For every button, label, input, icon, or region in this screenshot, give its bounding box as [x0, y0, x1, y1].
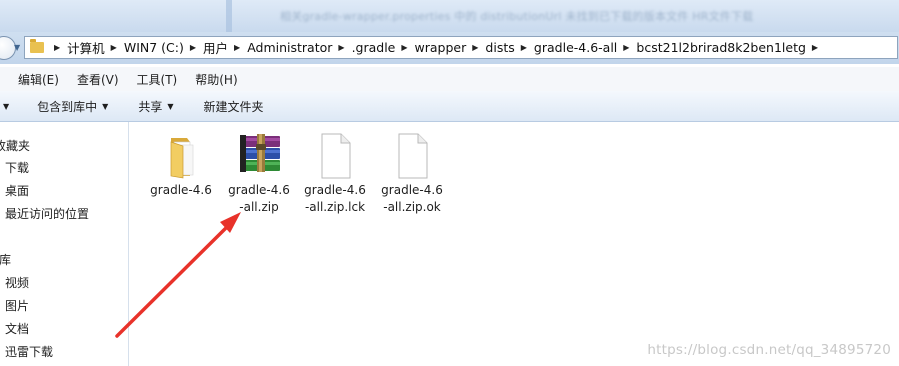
breadcrumb-item-users[interactable]: 用户	[203, 38, 228, 57]
folder-icon	[157, 132, 205, 180]
address-bar[interactable]: ▶ 计算机 ▶ WIN7 (C:) ▶ 用户 ▶ Administrator ▶…	[24, 36, 898, 59]
window-titlebar: 相关gradle-wrapper.properties 中的 distribut…	[0, 0, 899, 32]
breadcrumb-item-computer[interactable]: 计算机	[67, 38, 105, 57]
chevron-down-icon: ▼	[3, 101, 10, 111]
breadcrumb-item-drive[interactable]: WIN7 (C:)	[124, 40, 184, 55]
chevron-right-icon[interactable]: ▶	[401, 43, 407, 52]
file-name-line2: -all.zip.lck	[304, 200, 366, 214]
watermark: https://blog.csdn.net/qq_34895720	[647, 342, 891, 358]
menu-edit[interactable]: 编辑(E)	[18, 71, 59, 88]
chevron-down-icon: ▼	[167, 101, 174, 111]
file-name-line1: gradle-4.6	[381, 183, 443, 197]
address-row: ▼ ▶ 计算机 ▶ WIN7 (C:) ▶ 用户 ▶ Administrator…	[0, 32, 899, 64]
menu-help[interactable]: 帮助(H)	[195, 71, 237, 88]
nav-item-desktop[interactable]: 桌面	[5, 182, 29, 199]
menu-tools[interactable]: 工具(T)	[137, 71, 178, 88]
chevron-right-icon[interactable]: ▶	[54, 43, 60, 52]
winrar-archive-icon	[235, 132, 283, 180]
breadcrumb-item-gradle[interactable]: .gradle	[352, 40, 396, 55]
chevron-right-icon[interactable]: ▶	[623, 43, 629, 52]
nav-item-videos[interactable]: 视频	[5, 274, 29, 291]
titlebar-blurred-text: 相关gradle-wrapper.properties 中的 distribut…	[280, 10, 754, 23]
chevron-right-icon[interactable]: ▶	[812, 43, 818, 52]
titlebar-divider	[226, 0, 232, 32]
file-name-line1: gradle-4.6	[304, 183, 366, 197]
command-bar: ▼ 包含到库中 ▼ 共享 ▼ 新建文件夹	[0, 91, 899, 122]
file-list: gradle-4.6 gradle-4.6 -all.zip gradle-4.…	[129, 122, 899, 366]
share-button[interactable]: 共享 ▼	[138, 98, 173, 115]
file-item-zip[interactable]: gradle-4.6 -all.zip	[223, 132, 295, 216]
nav-item-recent-places[interactable]: 最近访问的位置	[5, 205, 89, 222]
new-folder-label: 新建文件夹	[203, 99, 264, 114]
organize-button[interactable]: ▼	[0, 102, 9, 111]
breadcrumb-item-wrapper[interactable]: wrapper	[415, 40, 467, 55]
chevron-right-icon[interactable]: ▶	[190, 43, 196, 52]
file-item-folder[interactable]: gradle-4.6	[145, 132, 217, 199]
include-in-library-button[interactable]: 包含到库中 ▼	[37, 98, 108, 115]
chevron-down-icon: ▼	[102, 101, 109, 111]
recent-pages-dropdown-icon[interactable]: ▼	[14, 43, 20, 52]
menu-bar: 编辑(E) 查看(V) 工具(T) 帮助(H)	[0, 67, 899, 91]
folder-icon	[30, 39, 44, 53]
chevron-right-icon[interactable]: ▶	[472, 43, 478, 52]
chevron-right-icon[interactable]: ▶	[111, 43, 117, 52]
nav-item-pictures[interactable]: 图片	[5, 297, 29, 314]
file-item-lck[interactable]: gradle-4.6 -all.zip.lck	[299, 132, 371, 216]
include-in-library-label: 包含到库中	[37, 99, 98, 114]
nav-favorites-header[interactable]: 收藏夹	[0, 137, 30, 154]
breadcrumb-item-dists[interactable]: dists	[485, 40, 514, 55]
nav-item-downloads[interactable]: 下载	[5, 159, 29, 176]
chevron-right-icon[interactable]: ▶	[338, 43, 344, 52]
navigation-pane: 收藏夹 下载 桌面 最近访问的位置 库 视频 图片 文档 迅雷下载	[0, 122, 129, 366]
file-item-ok[interactable]: gradle-4.6 -all.zip.ok	[376, 132, 448, 216]
blank-file-icon	[388, 132, 436, 180]
nav-libraries-header[interactable]: 库	[0, 251, 11, 268]
breadcrumb-item-gradle-version[interactable]: gradle-4.6-all	[534, 40, 617, 55]
chevron-right-icon[interactable]: ▶	[234, 43, 240, 52]
blank-file-icon	[311, 132, 359, 180]
chevron-right-icon[interactable]: ▶	[521, 43, 527, 52]
file-name-line2: -all.zip.ok	[383, 200, 441, 214]
new-folder-button[interactable]: 新建文件夹	[204, 98, 264, 115]
breadcrumb-item-hash-folder[interactable]: bcst21l2brirad8k2ben1letg	[636, 40, 805, 55]
share-label: 共享	[138, 99, 163, 114]
nav-item-documents[interactable]: 文档	[5, 320, 29, 337]
file-name-line1: gradle-4.6	[150, 183, 212, 197]
menu-view[interactable]: 查看(V)	[77, 71, 119, 88]
file-name-line2: -all.zip	[239, 200, 279, 214]
breadcrumb: ▶ 计算机 ▶ WIN7 (C:) ▶ 用户 ▶ Administrator ▶…	[48, 38, 825, 57]
nav-item-thunder-downloads[interactable]: 迅雷下载	[5, 343, 53, 360]
breadcrumb-item-administrator[interactable]: Administrator	[247, 40, 332, 55]
file-name-line1: gradle-4.6	[228, 183, 290, 197]
